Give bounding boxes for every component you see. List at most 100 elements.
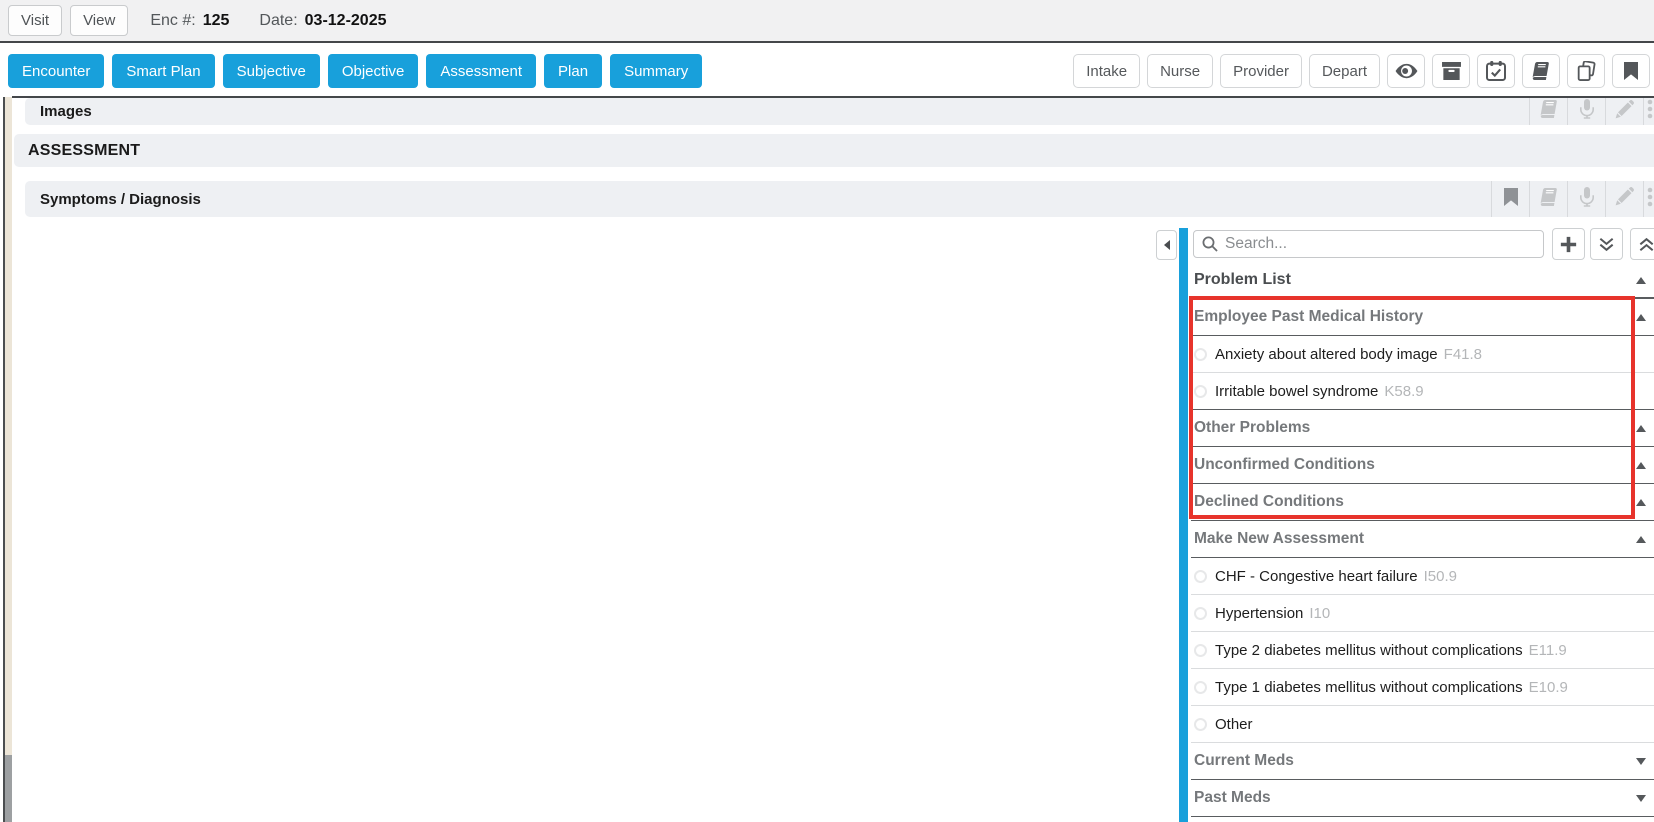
mic-icon bbox=[1579, 99, 1595, 124]
left-scroll-track[interactable] bbox=[5, 97, 12, 822]
list-header-problem-list[interactable]: Problem List bbox=[1191, 262, 1654, 299]
collapse-arrow-icon[interactable] bbox=[1636, 499, 1646, 506]
section-title-symptoms-diagnosis: Symptoms / Diagnosis bbox=[25, 191, 201, 208]
problem-item-other[interactable]: Other bbox=[1191, 706, 1654, 743]
enc-value: 125 bbox=[203, 12, 230, 30]
radio-circle[interactable] bbox=[1194, 348, 1207, 361]
expand-arrow-icon[interactable] bbox=[1636, 795, 1646, 802]
main-toolbar: EncounterSmart Plan SubjectiveObjectiveAs… bbox=[0, 45, 1654, 97]
radio-circle[interactable] bbox=[1194, 718, 1207, 731]
section-bar-images[interactable]: Images bbox=[25, 98, 1654, 125]
section-bar-assessment[interactable]: ASSESSMENT bbox=[14, 134, 1654, 167]
tab-assessment[interactable]: Assessment bbox=[426, 54, 536, 88]
book-button[interactable] bbox=[1529, 98, 1567, 125]
tab-objective[interactable]: Objective bbox=[328, 54, 419, 88]
collapse-arrow-icon[interactable] bbox=[1636, 425, 1646, 432]
tab-plan[interactable]: Plan bbox=[544, 54, 602, 88]
row-label: Past Meds bbox=[1194, 789, 1271, 807]
copy-icon bbox=[1576, 61, 1597, 82]
icd-code: E11.9 bbox=[1529, 642, 1567, 659]
tab-subjective[interactable]: Subjective bbox=[223, 54, 320, 88]
view-button[interactable]: View bbox=[70, 5, 128, 36]
row-label: Anxiety about altered body image bbox=[1215, 346, 1438, 363]
section-bar-symptoms-diagnosis[interactable]: Symptoms / Diagnosis bbox=[25, 181, 1654, 217]
row-label: Current Meds bbox=[1194, 752, 1294, 770]
panel-collapse-button[interactable] bbox=[1156, 230, 1177, 260]
list-header-current-meds[interactable]: Current Meds bbox=[1191, 743, 1654, 780]
toolbar-icon-buttons bbox=[1387, 54, 1650, 88]
pencil-button[interactable] bbox=[1605, 181, 1643, 217]
symptoms-bar-icons bbox=[1491, 181, 1654, 217]
radio-circle[interactable] bbox=[1194, 681, 1207, 694]
book-button[interactable] bbox=[1529, 181, 1567, 217]
icd-code: E10.9 bbox=[1529, 679, 1568, 696]
tab-summary[interactable]: Summary bbox=[610, 54, 702, 88]
search-input[interactable] bbox=[1193, 230, 1544, 258]
list-header-past-meds[interactable]: Past Meds bbox=[1191, 780, 1654, 817]
icd-code: I50.9 bbox=[1424, 568, 1457, 585]
section-title-assessment: ASSESSMENT bbox=[14, 142, 140, 160]
add-problem-button[interactable] bbox=[1552, 228, 1585, 260]
encounter-number: Enc #: 125 bbox=[150, 12, 229, 30]
toolbar-right-group: IntakeNurseProviderDepart bbox=[1073, 54, 1650, 88]
problem-item-chf-congestive-heart-failure[interactable]: CHF - Congestive heart failure I50.9 bbox=[1191, 558, 1654, 595]
problem-item-anxiety-about-altered-body-image[interactable]: Anxiety about altered body imageF41.8 bbox=[1191, 336, 1654, 373]
row-label: Problem List bbox=[1194, 271, 1291, 289]
book-button[interactable] bbox=[1522, 54, 1560, 88]
eye-button[interactable] bbox=[1387, 54, 1425, 88]
problem-item-irritable-bowel-syndrome[interactable]: Irritable bowel syndromeK58.9 bbox=[1191, 373, 1654, 410]
list-header-employee-past-medical-history[interactable]: Employee Past Medical History bbox=[1191, 299, 1654, 336]
collapse-arrow-icon[interactable] bbox=[1636, 277, 1646, 284]
archive-button[interactable] bbox=[1432, 54, 1470, 88]
problem-item-type-2-diabetes-mellitus-without-complications[interactable]: Type 2 diabetes mellitus without complic… bbox=[1191, 632, 1654, 669]
visit-button[interactable]: Visit bbox=[8, 5, 62, 36]
collapse-all-button[interactable] bbox=[1630, 228, 1654, 260]
row-label: CHF - Congestive heart failure bbox=[1215, 568, 1418, 585]
top-bar: Visit View Enc #: 125 Date: 03-12-2025 bbox=[0, 0, 1654, 43]
radio-circle[interactable] bbox=[1194, 607, 1207, 620]
encounter-date: Date: 03-12-2025 bbox=[259, 12, 386, 30]
pencil-button[interactable] bbox=[1605, 98, 1643, 125]
radio-circle[interactable] bbox=[1194, 385, 1207, 398]
copy-button[interactable] bbox=[1567, 54, 1605, 88]
radio-circle[interactable] bbox=[1194, 570, 1207, 583]
tab-encounter[interactable]: Encounter bbox=[8, 54, 104, 88]
bookmark-icon bbox=[1504, 188, 1518, 211]
book-icon bbox=[1531, 62, 1551, 80]
list-header-make-new-assessment[interactable]: Make New Assessment bbox=[1191, 521, 1654, 558]
stage-buttons: IntakeNurseProviderDepart bbox=[1073, 54, 1380, 88]
stage-provider[interactable]: Provider bbox=[1220, 54, 1302, 88]
row-label: Type 1 diabetes mellitus without complic… bbox=[1215, 679, 1523, 696]
radio-circle[interactable] bbox=[1194, 644, 1207, 657]
collapse-arrow-icon[interactable] bbox=[1636, 536, 1646, 543]
stage-nurse[interactable]: Nurse bbox=[1147, 54, 1213, 88]
row-label: Unconfirmed Conditions bbox=[1194, 456, 1375, 474]
collapse-arrow-icon[interactable] bbox=[1636, 314, 1646, 321]
mic-button[interactable] bbox=[1567, 98, 1605, 125]
row-label: Employee Past Medical History bbox=[1194, 308, 1423, 326]
list-header-declined-conditions[interactable]: Declined Conditions bbox=[1191, 484, 1654, 521]
left-scroll-thumb[interactable] bbox=[5, 755, 12, 822]
list-header-other-problems[interactable]: Other Problems bbox=[1191, 410, 1654, 447]
date-label: Date: bbox=[259, 12, 297, 30]
bookmark-button[interactable] bbox=[1612, 54, 1650, 88]
bookmark-button[interactable] bbox=[1491, 181, 1529, 217]
collapse-arrow-icon[interactable] bbox=[1636, 462, 1646, 469]
mic-button[interactable] bbox=[1567, 181, 1605, 217]
list-header-unconfirmed-conditions[interactable]: Unconfirmed Conditions bbox=[1191, 447, 1654, 484]
problem-item-type-1-diabetes-mellitus-without-complications[interactable]: Type 1 diabetes mellitus without complic… bbox=[1191, 669, 1654, 706]
tab-smart-plan[interactable]: Smart Plan bbox=[112, 54, 214, 88]
expand-arrow-icon[interactable] bbox=[1636, 758, 1646, 765]
kebab-button[interactable] bbox=[1643, 181, 1654, 217]
expand-all-button[interactable] bbox=[1590, 228, 1623, 260]
images-bar-icons bbox=[1529, 98, 1654, 125]
pencil-icon bbox=[1615, 100, 1634, 124]
stage-intake[interactable]: Intake bbox=[1073, 54, 1140, 88]
book-icon bbox=[1539, 100, 1559, 123]
calendar-check-button[interactable] bbox=[1477, 54, 1515, 88]
stage-depart[interactable]: Depart bbox=[1309, 54, 1380, 88]
row-label: Type 2 diabetes mellitus without complic… bbox=[1215, 642, 1523, 659]
problem-item-hypertension[interactable]: HypertensionI10 bbox=[1191, 595, 1654, 632]
icd-code: I10 bbox=[1309, 605, 1330, 622]
kebab-button[interactable] bbox=[1643, 98, 1654, 125]
